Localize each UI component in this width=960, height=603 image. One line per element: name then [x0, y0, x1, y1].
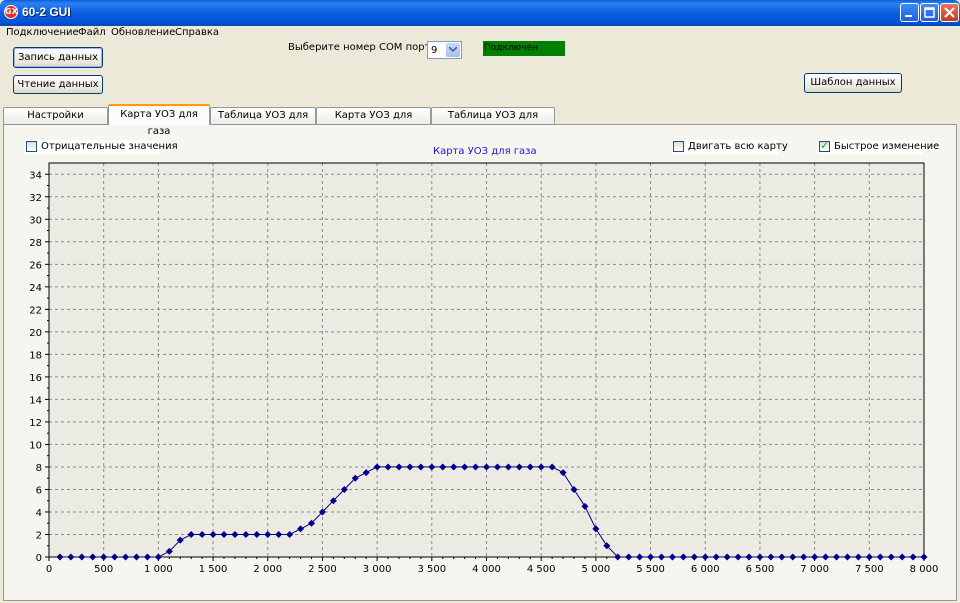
- y-tick-label: 0: [36, 553, 42, 564]
- x-tick-label: 0: [46, 564, 52, 575]
- y-tick-label: 34: [29, 170, 42, 181]
- x-tick-label: 5 000: [582, 564, 611, 575]
- tab-gas-timing-map[interactable]: Карта УОЗ для газа: [108, 104, 210, 137]
- x-tick-label: 2 500: [308, 564, 337, 575]
- x-tick-label: 5 500: [636, 564, 665, 575]
- x-tick-label: 2 000: [253, 564, 282, 575]
- x-tick-label: 4 000: [472, 564, 501, 575]
- timing-map-chart[interactable]: 0 500 1 000 1 500 2 000 2 500 3 000 3 500 4 000 4…: [0, 0, 960, 603]
- y-tick-label: 18: [29, 350, 42, 361]
- y-tick-label: 12: [29, 418, 42, 429]
- x-tick-label: 1 000: [144, 564, 173, 575]
- y-tick-label: 4: [36, 508, 42, 519]
- y-tick-label: 16: [29, 373, 42, 384]
- x-tick-label: 500: [94, 564, 113, 575]
- x-tick-label: 6 500: [746, 564, 775, 575]
- y-tick-label: 8: [36, 463, 42, 474]
- y-tick-label: 32: [29, 193, 42, 204]
- y-tick-label: 14: [29, 395, 42, 406]
- x-tick-label: 6 000: [691, 564, 720, 575]
- x-tick-label: 3 000: [363, 564, 392, 575]
- y-tick-label: 28: [29, 238, 42, 249]
- x-tick-label: 4 500: [527, 564, 556, 575]
- x-tick-label: 7 500: [855, 564, 884, 575]
- y-tick-label: 24: [29, 283, 42, 294]
- x-tick-label: 7 000: [800, 564, 829, 575]
- y-tick-label: 26: [29, 260, 42, 271]
- y-tick-label: 30: [29, 215, 42, 226]
- x-tick-label: 8 000: [910, 564, 939, 575]
- y-tick-label: 22: [29, 305, 42, 316]
- plot-area: [49, 163, 924, 557]
- y-tick-label: 10: [29, 440, 42, 451]
- y-tick-label: 20: [29, 328, 42, 339]
- y-tick-label: 6: [36, 485, 42, 496]
- x-tick-label: 3 500: [417, 564, 446, 575]
- y-tick-label: 2: [36, 530, 42, 541]
- x-tick-label: 1 500: [199, 564, 228, 575]
